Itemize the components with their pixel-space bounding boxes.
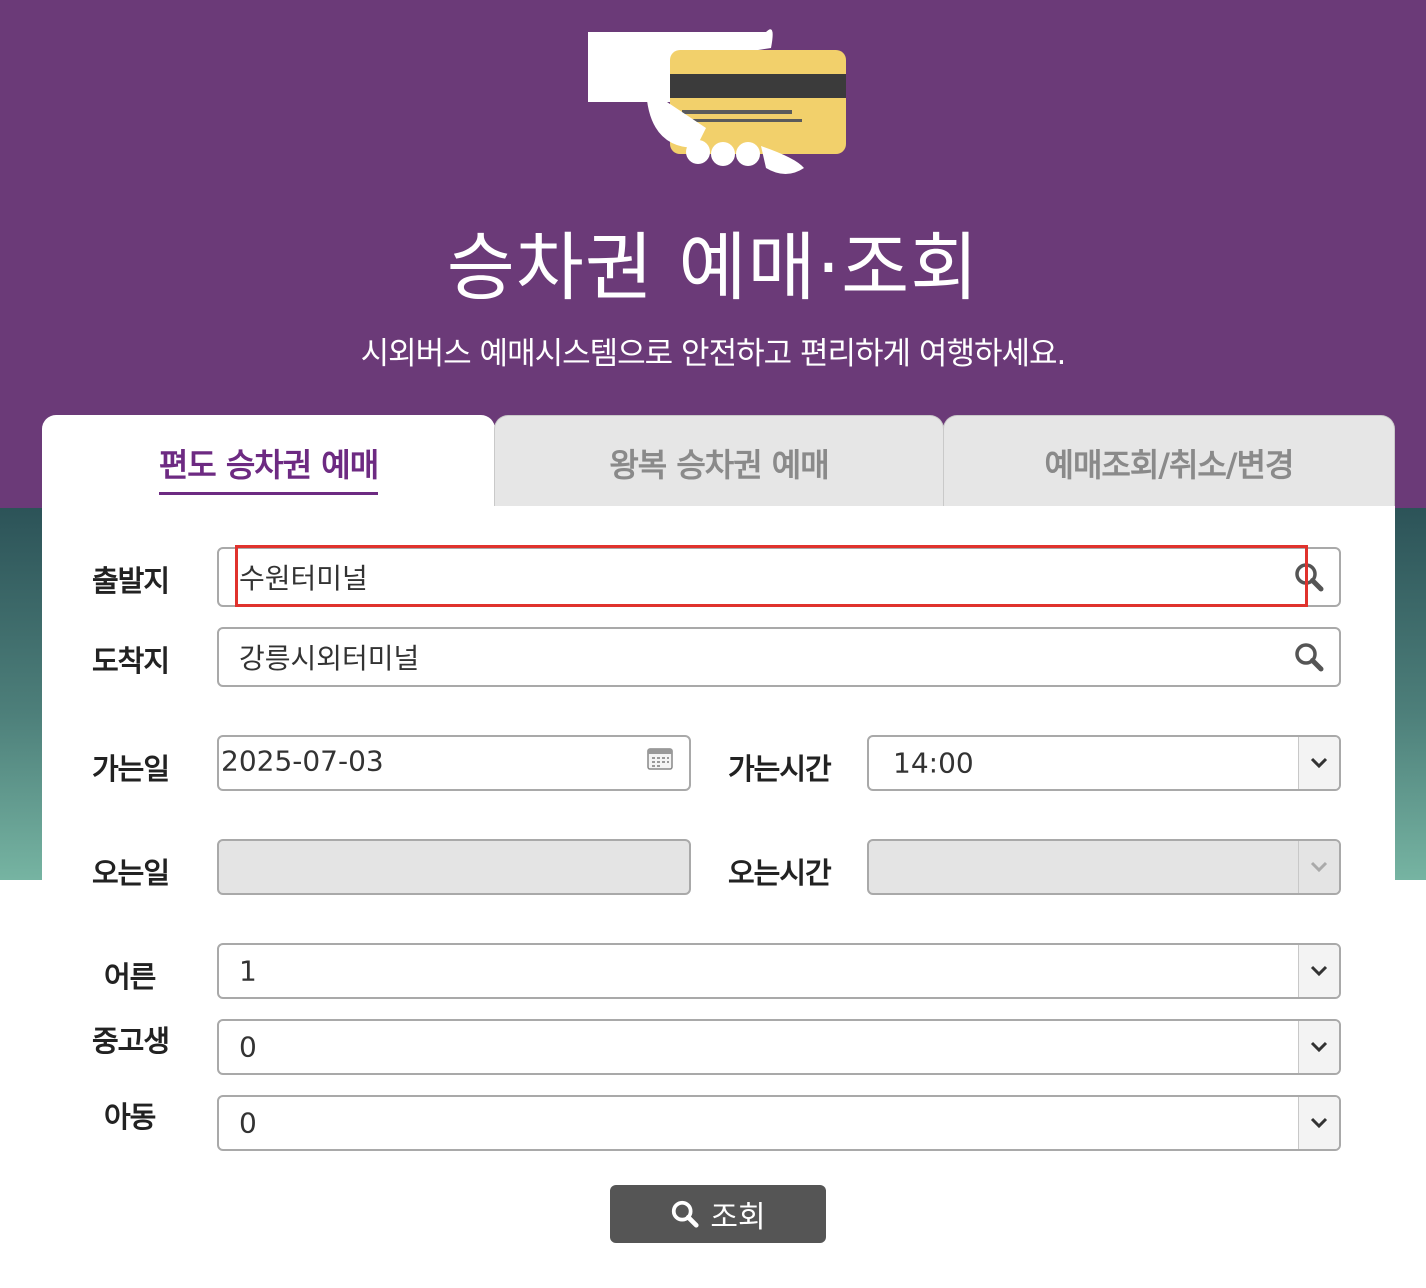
depart-time-label: 가는시간: [728, 752, 832, 786]
booking-form-panel: [42, 506, 1395, 1288]
adult-count-dropdown[interactable]: [1298, 945, 1339, 997]
tab-roundtrip[interactable]: 왕복 승차권 예매: [494, 415, 944, 507]
arrival-input[interactable]: 강릉시외터미널: [217, 627, 1341, 687]
arrival-label: 도착지: [92, 644, 170, 678]
tab-lookup-label: 예매조회/취소/변경: [1044, 446, 1295, 484]
return-date-label: 오는일: [92, 856, 170, 890]
chevron-down-icon: [1310, 965, 1328, 977]
chevron-down-icon: [1310, 757, 1328, 769]
child-label: 아동: [104, 1100, 156, 1134]
calendar-icon[interactable]: [647, 746, 673, 770]
depart-time-dropdown[interactable]: [1298, 737, 1339, 789]
return-time-select[interactable]: [867, 839, 1341, 895]
chevron-down-icon: [1310, 1041, 1328, 1053]
child-count-select[interactable]: 0: [217, 1095, 1341, 1151]
search-icon[interactable]: [1293, 641, 1325, 673]
return-time-label: 오는시간: [728, 856, 832, 890]
youth-count-dropdown[interactable]: [1298, 1021, 1339, 1073]
adult-count-value: 1: [239, 954, 257, 988]
child-count-value: 0: [239, 1106, 257, 1140]
search-button[interactable]: 조회: [610, 1185, 826, 1243]
youth-label: 중고생: [92, 1024, 170, 1058]
departure-value: 수원터미널: [239, 562, 368, 595]
page-subtitle: 시외버스 예매시스템으로 안전하고 편리하게 여행하세요.: [360, 336, 1067, 372]
return-time-dropdown[interactable]: [1298, 841, 1339, 893]
depart-date-input[interactable]: 2025-07-03: [217, 735, 691, 791]
chevron-down-icon: [1310, 1117, 1328, 1129]
return-date-input[interactable]: [217, 839, 691, 895]
chevron-down-icon: [1310, 861, 1328, 873]
departure-input[interactable]: 수원터미널: [217, 547, 1341, 607]
page-title: 승차권 예매·조회: [446, 225, 980, 311]
arrival-value: 강릉시외터미널: [239, 642, 420, 675]
tab-lookup[interactable]: 예매조회/취소/변경: [943, 415, 1395, 507]
tab-oneway-label: 편도 승차권 예매: [158, 440, 379, 495]
card-payment-illustration: [588, 29, 846, 174]
depart-time-value: 14:00: [893, 746, 974, 780]
tab-oneway[interactable]: 편도 승차권 예매: [42, 415, 495, 507]
adult-count-select[interactable]: 1: [217, 943, 1341, 999]
depart-date-label: 가는일: [92, 752, 170, 786]
tab-roundtrip-label: 왕복 승차권 예매: [609, 446, 829, 484]
child-count-dropdown[interactable]: [1298, 1097, 1339, 1149]
depart-time-select[interactable]: 14:00: [867, 735, 1341, 791]
youth-count-select[interactable]: 0: [217, 1019, 1341, 1075]
search-icon: [672, 1200, 699, 1228]
departure-label: 출발지: [92, 564, 170, 598]
depart-date-value: 2025-07-03: [221, 744, 384, 778]
adult-label: 어른: [104, 960, 156, 994]
search-icon[interactable]: [1293, 561, 1325, 593]
youth-count-value: 0: [239, 1030, 257, 1064]
search-button-label: 조회: [710, 1200, 766, 1235]
